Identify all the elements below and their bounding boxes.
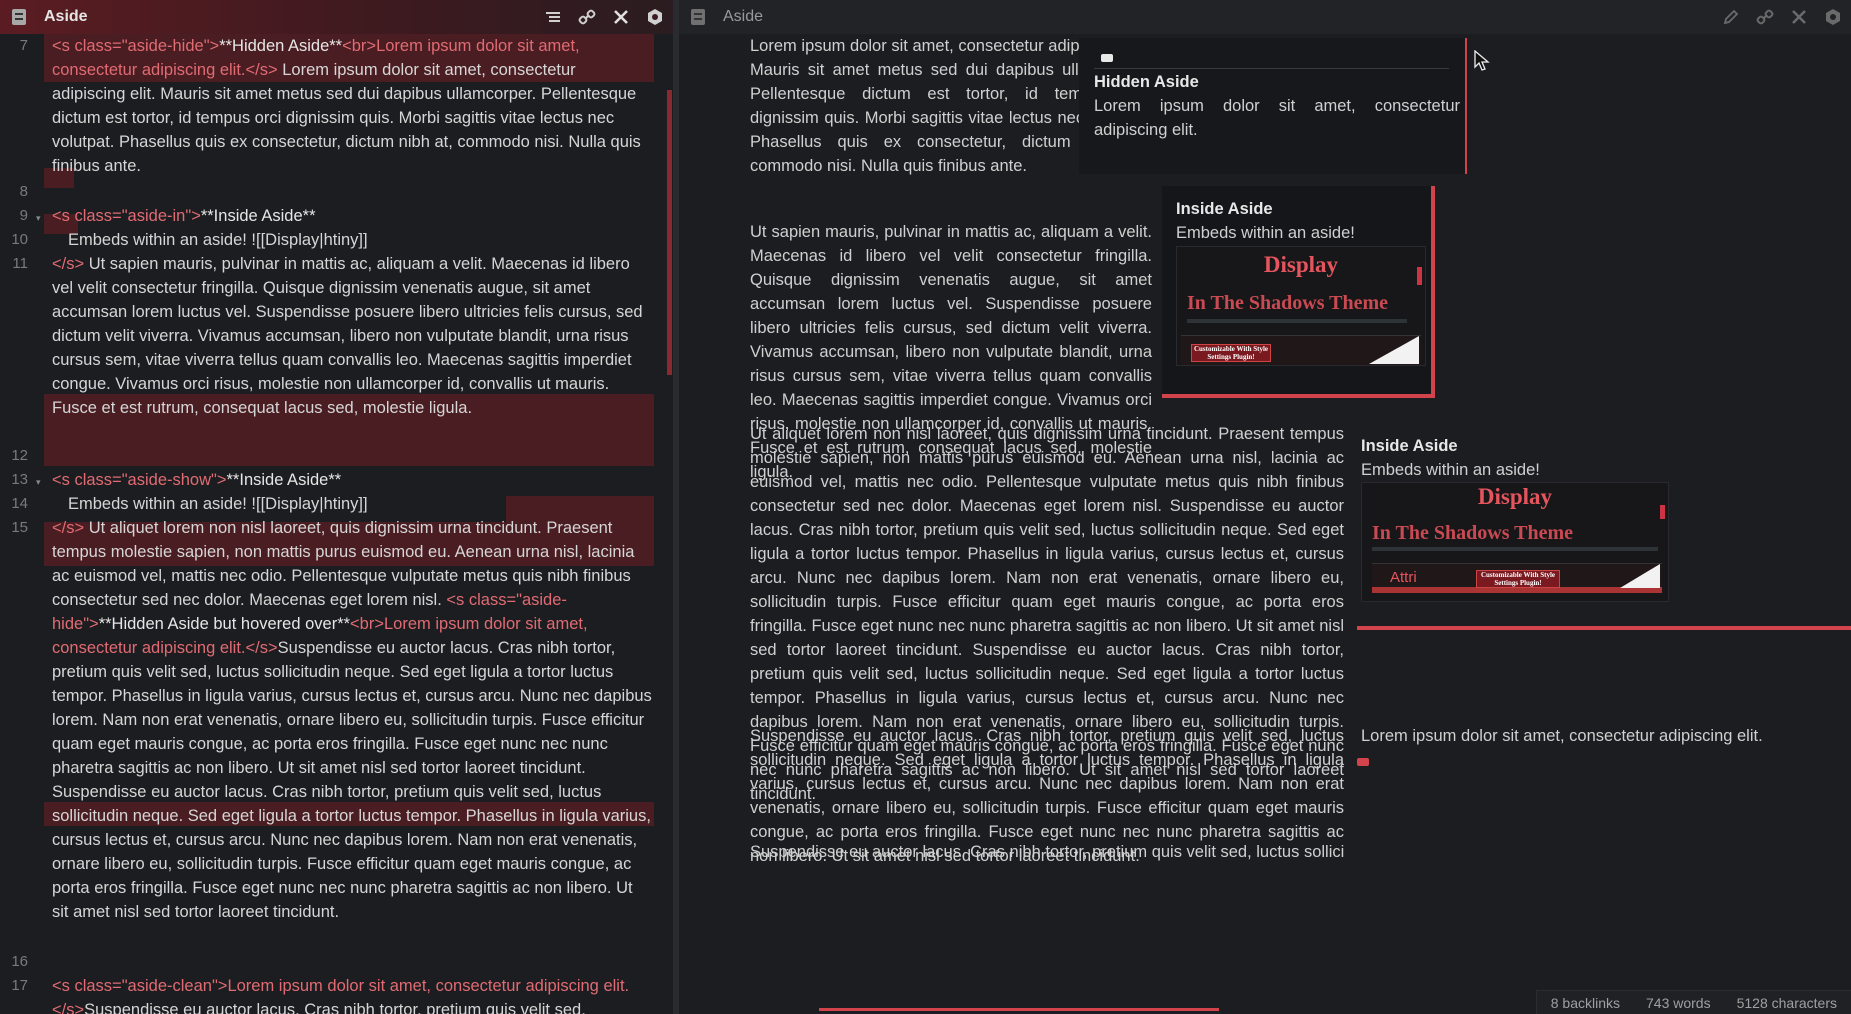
line-number: 13	[11, 471, 28, 488]
line-number: 17	[11, 977, 28, 994]
embed-display-title: Display	[1263, 252, 1339, 277]
source-line-10: Embeds within an aside! ![[Display|htiny…	[68, 231, 368, 249]
clean-aside-text: Lorem ipsum dolor sit amet, consectetur …	[1361, 727, 1763, 745]
document-icon	[12, 9, 26, 25]
hidden-aside-card[interactable]: Hidden Aside Lorem ipsum dolor sit amet,…	[1079, 38, 1467, 174]
line-number: 9	[19, 207, 28, 224]
preview-content: Lorem ipsum dolor sit amet, consectetur …	[679, 34, 1851, 1014]
link-icon[interactable]	[577, 7, 597, 27]
reading-view-icon[interactable]	[543, 7, 563, 27]
preview-pane-header: Aside	[679, 0, 1851, 34]
source-line-13: <s class="aside-show">**Inside Aside**	[52, 471, 342, 489]
status-bar: 8 backlinks 743 words 5128 characters	[1535, 990, 1851, 1014]
line-number: 7	[19, 37, 28, 54]
embed-display-title: Display	[1477, 484, 1553, 509]
embed-theme-title: In The Shadows Theme	[1372, 522, 1573, 544]
source-line-11: </s> Ut sapien mauris, pulvinar in matti…	[52, 255, 643, 417]
source-editor-pane: Aside 7 8 9 ▾ 10 11 12 13 ▾ 14 15 16 17 …	[0, 0, 673, 1014]
line-number: 12	[11, 447, 28, 464]
embed-theme-title: In The Shadows Theme	[1187, 292, 1388, 314]
editor-scrollbar[interactable]	[667, 90, 672, 375]
link-icon[interactable]	[1755, 7, 1775, 27]
embedded-image[interactable]: Display In The Shadows Theme Attri Custo…	[1361, 482, 1669, 602]
source-editor[interactable]: 7 8 9 ▾ 10 11 12 13 ▾ 14 15 16 17 <s cla…	[0, 34, 673, 1014]
inside-aside-title: Inside Aside	[1176, 200, 1273, 218]
hexagon-icon[interactable]	[1823, 7, 1843, 27]
hidden-aside-title: Hidden Aside	[1094, 73, 1199, 91]
source-line-9: <s class="aside-in">**Inside Aside**	[52, 207, 316, 225]
source-pane-header: Aside	[0, 0, 673, 34]
source-line-15: </s> Ut aliquet lorem non nisl laoreet, …	[52, 519, 652, 921]
inside-aside-card: Inside Aside Embeds within an aside! Dis…	[1162, 186, 1435, 398]
embed-screenshot: Customizable With Style Settings Plugin!	[1181, 335, 1421, 365]
aside-marker-icon	[1101, 54, 1113, 62]
line-number: 10	[11, 231, 28, 248]
word-count: 743 words	[1646, 994, 1711, 1011]
source-pane-title: Aside	[44, 8, 88, 25]
app-window: Aside 7 8 9 ▾ 10 11 12 13 ▾ 14 15 16 17 …	[0, 0, 1851, 1014]
inside-aside-shown-card: Inside Aside Embeds within an aside! Dis…	[1357, 422, 1851, 630]
source-line-17: <s class="aside-clean">Lorem ipsum dolor…	[52, 977, 630, 1014]
line-number: 8	[19, 183, 28, 200]
hidden-aside-text: Lorem ipsum dolor sit amet, consectetur …	[1094, 97, 1460, 139]
paragraph: Suspendisse eu auctor lacus. Cras nibh t…	[750, 843, 1344, 861]
line-number: 16	[11, 953, 28, 970]
backlinks-count[interactable]: 8 backlinks	[1551, 995, 1620, 1011]
inside-aside-text: Embeds within an aside!	[1361, 461, 1540, 479]
reading-view-pane: Aside Lorem ipsum dolor sit amet, consec…	[679, 0, 1851, 1014]
preview-pane-title: Aside	[723, 8, 764, 25]
embed-banner: Customizable With Style Settings Plugin!	[1476, 570, 1560, 588]
fold-chevron-icon[interactable]: ▾	[36, 206, 41, 230]
embed-overlay-text: Attri	[1390, 569, 1417, 586]
line-number: 15	[11, 519, 28, 536]
line-number: 14	[11, 495, 28, 512]
embed-banner: Customizable With Style Settings Plugin!	[1191, 344, 1271, 362]
source-line-7: <s class="aside-hide">**Hidden Aside**<b…	[52, 37, 641, 175]
embed-screenshot: Attri Customizable With Style Settings P…	[1372, 563, 1662, 593]
fold-chevron-icon[interactable]: ▾	[36, 470, 41, 494]
line-number: 11	[12, 255, 28, 272]
character-count: 5128 characters	[1736, 994, 1837, 1011]
scroll-progress	[819, 1008, 1219, 1011]
hexagon-icon[interactable]	[645, 7, 665, 27]
aside-marker-icon[interactable]	[1357, 758, 1369, 766]
close-icon[interactable]	[611, 7, 631, 27]
document-icon	[691, 9, 705, 25]
mouse-cursor-icon	[1474, 50, 1490, 71]
close-icon[interactable]	[1789, 7, 1809, 27]
source-line-14: Embeds within an aside! ![[Display|htiny…	[68, 495, 368, 513]
inside-aside-title: Inside Aside	[1361, 437, 1458, 455]
edit-icon[interactable]	[1721, 7, 1741, 27]
inside-aside-text: Embeds within an aside!	[1176, 224, 1355, 242]
embedded-image[interactable]: Display In The Shadows Theme Customizabl…	[1176, 246, 1426, 366]
